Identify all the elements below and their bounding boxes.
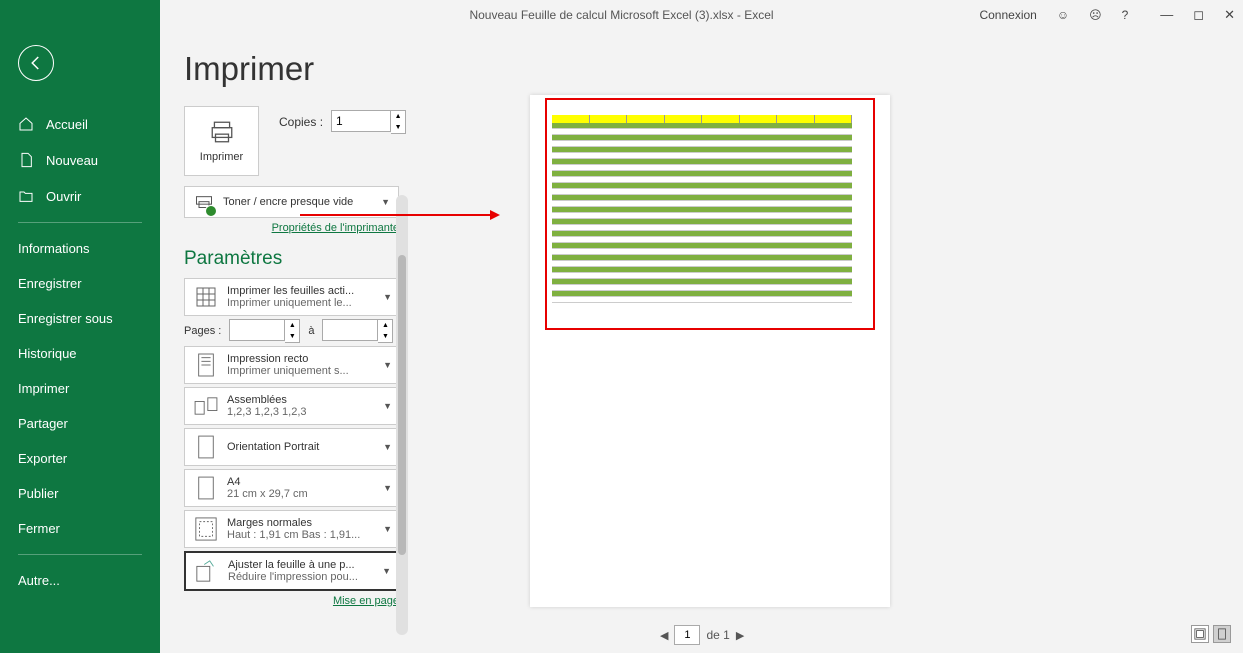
paper-icon	[191, 473, 221, 503]
pages-to-input[interactable]	[322, 319, 378, 341]
login-link[interactable]: Connexion	[979, 8, 1036, 22]
chevron-down-icon: ▼	[383, 360, 392, 370]
minimize-button[interactable]: —	[1160, 7, 1173, 23]
copies-label: Copies :	[279, 115, 323, 129]
window-title: Nouveau Feuille de calcul Microsoft Exce…	[469, 8, 773, 22]
page-title: Imprimer	[184, 50, 1243, 88]
nav-more[interactable]: Autre...	[0, 563, 160, 598]
pages-to-down[interactable]: ▼	[378, 331, 392, 342]
chevron-down-icon: ▼	[383, 292, 392, 302]
prev-page-button[interactable]: ◀	[660, 629, 668, 642]
zoom-to-page-button[interactable]	[1213, 625, 1231, 643]
sad-icon[interactable]: ☹	[1089, 8, 1102, 22]
page-navigation: ◀ de 1 ▶	[660, 625, 744, 645]
nav-home[interactable]: Accueil	[0, 106, 160, 142]
copies-input[interactable]	[331, 110, 391, 132]
copies-up[interactable]: ▲	[391, 111, 405, 122]
chevron-down-icon: ▼	[383, 483, 392, 493]
page-total-label: de 1	[706, 628, 729, 642]
pages-from-input[interactable]	[229, 319, 285, 341]
orientation-icon	[191, 432, 221, 462]
nav-divider-2	[18, 554, 142, 555]
margins-icon	[191, 514, 221, 544]
setting-scale[interactable]: Ajuster la feuille à une p...Réduire l'i…	[184, 551, 399, 591]
close-button[interactable]: ✕	[1224, 7, 1235, 23]
chevron-down-icon: ▼	[383, 524, 392, 534]
settings-title: Paramètres	[184, 248, 399, 270]
print-button[interactable]: Imprimer	[184, 106, 259, 176]
scale-icon	[192, 556, 222, 586]
maximize-button[interactable]: ◻	[1193, 7, 1204, 23]
backstage-sidebar: Accueil Nouveau Ouvrir Informations Enre…	[0, 0, 160, 653]
printer-icon	[207, 119, 237, 145]
nav-open[interactable]: Ouvrir	[0, 178, 160, 214]
chevron-down-icon: ▼	[382, 566, 391, 576]
page-number-input[interactable]	[674, 625, 700, 645]
home-icon	[18, 116, 34, 132]
back-button[interactable]	[18, 45, 54, 81]
pages-label: Pages :	[184, 325, 221, 337]
nav-print[interactable]: Imprimer	[0, 371, 160, 406]
recto-icon	[191, 350, 221, 380]
open-icon	[18, 188, 34, 204]
chevron-down-icon: ▼	[383, 442, 392, 452]
printer-status-icon	[193, 190, 215, 215]
chevron-down-icon: ▼	[383, 401, 392, 411]
help-icon[interactable]: ?	[1122, 8, 1129, 22]
nav-export[interactable]: Exporter	[0, 441, 160, 476]
nav-divider	[18, 222, 142, 223]
setting-margins[interactable]: Marges normalesHaut : 1,91 cm Bas : 1,91…	[184, 510, 399, 548]
setting-collate[interactable]: Assemblées1,2,3 1,2,3 1,2,3 ▼	[184, 387, 399, 425]
nav-history: Historique	[0, 336, 160, 371]
pages-from-up[interactable]: ▲	[285, 320, 299, 331]
page-setup-link[interactable]: Mise en page	[184, 595, 399, 607]
next-page-button[interactable]: ▶	[736, 629, 744, 642]
pages-to-up[interactable]: ▲	[378, 320, 392, 331]
pages-from-down[interactable]: ▼	[285, 331, 299, 342]
show-margins-button[interactable]	[1191, 625, 1209, 643]
nav-info[interactable]: Informations	[0, 231, 160, 266]
settings-scrollbar[interactable]	[396, 195, 408, 635]
preview-table-content	[552, 115, 852, 303]
nav-close[interactable]: Fermer	[0, 511, 160, 546]
setting-print-sheets[interactable]: Imprimer les feuilles acti...Imprimer un…	[184, 278, 399, 316]
collate-icon	[191, 391, 221, 421]
sheets-icon	[191, 282, 221, 312]
nav-saveas[interactable]: Enregistrer sous	[0, 301, 160, 336]
smile-icon[interactable]: ☺	[1057, 8, 1069, 22]
nav-new[interactable]: Nouveau	[0, 142, 160, 178]
nav-save[interactable]: Enregistrer	[0, 266, 160, 301]
setting-orientation[interactable]: Orientation Portrait ▼	[184, 428, 399, 466]
setting-recto[interactable]: Impression rectoImprimer uniquement s...…	[184, 346, 399, 384]
annotation-arrow	[300, 205, 500, 225]
nav-publish[interactable]: Publier	[0, 476, 160, 511]
copies-down[interactable]: ▼	[391, 122, 405, 133]
setting-paper[interactable]: A421 cm x 29,7 cm ▼	[184, 469, 399, 507]
new-icon	[18, 152, 34, 168]
nav-share[interactable]: Partager	[0, 406, 160, 441]
